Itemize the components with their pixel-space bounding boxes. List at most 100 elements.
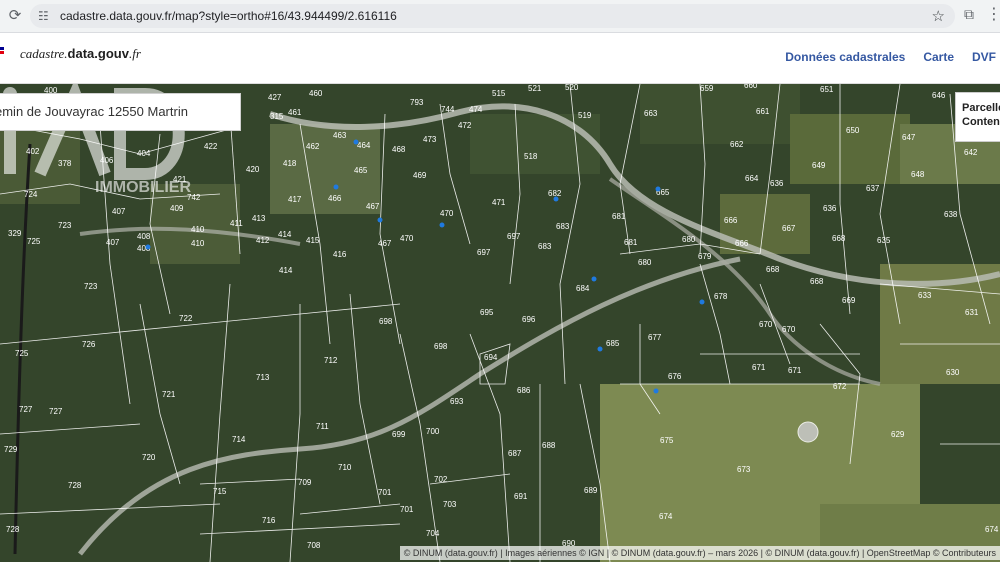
parcel-label[interactable]: 646 (932, 91, 946, 100)
parcel-label[interactable]: 465 (354, 166, 368, 175)
marker-dot[interactable] (353, 139, 359, 145)
parcel-label[interactable]: 793 (410, 98, 424, 107)
parcel-label[interactable]: 697 (477, 248, 491, 257)
marker-dot[interactable] (655, 186, 661, 192)
parcel-label[interactable]: 723 (84, 282, 98, 291)
parcel-label[interactable]: 462 (306, 142, 320, 151)
parcel-label[interactable]: 467 (366, 202, 380, 211)
parcel-label[interactable]: 699 (392, 430, 406, 439)
parcel-label[interactable]: 631 (965, 308, 979, 317)
parcel-label[interactable]: 471 (492, 198, 506, 207)
parcel-label[interactable]: 636 (770, 179, 784, 188)
parcel-label[interactable]: 714 (232, 435, 246, 444)
parcel-label[interactable]: 635 (877, 236, 891, 245)
marker-dot[interactable] (597, 346, 603, 352)
parcel-label[interactable]: 682 (548, 189, 562, 198)
nav-donnees-cadastrales[interactable]: Données cadastrales (785, 50, 905, 64)
parcel-label[interactable]: 668 (832, 234, 846, 243)
parcel-label[interactable]: 415 (306, 236, 320, 245)
parcel-label[interactable]: 727 (49, 407, 63, 416)
parcel-label[interactable]: 742 (187, 193, 201, 202)
parcel-label[interactable]: 712 (324, 356, 338, 365)
parcel-label[interactable]: 463 (333, 131, 347, 140)
parcel-label[interactable]: 686 (517, 386, 531, 395)
parcel-label[interactable]: 638 (944, 210, 958, 219)
parcel-label[interactable]: 666 (724, 216, 738, 225)
parcel-label[interactable]: 663 (644, 109, 658, 118)
parcel-label[interactable]: 667 (782, 224, 796, 233)
marker-dot[interactable] (377, 217, 383, 223)
marker-dot[interactable] (653, 388, 659, 394)
parcel-label[interactable]: 413 (252, 214, 266, 223)
address-url[interactable]: cadastre.data.gouv.fr/map?style=ortho#16… (60, 4, 397, 28)
cadastre-map[interactable]: 400 427 460 793 744 474 515 521 520 659 … (0, 84, 1000, 562)
parcel-label[interactable]: 701 (400, 505, 414, 514)
parcel-label[interactable]: 696 (522, 315, 536, 324)
parcel-label[interactable]: 695 (480, 308, 494, 317)
parcel-label[interactable]: 427 (268, 93, 282, 102)
parcel-label[interactable]: 420 (246, 165, 260, 174)
parcel-label[interactable]: 521 (528, 84, 542, 93)
parcel-label[interactable]: 670 (759, 320, 773, 329)
parcel-label[interactable]: 691 (514, 492, 528, 501)
parcel-label[interactable]: 474 (469, 105, 483, 114)
marker-dot[interactable] (439, 222, 445, 228)
site-settings-icon[interactable]: ☷ (38, 7, 54, 25)
parcel-label[interactable]: 414 (279, 266, 293, 275)
parcel-label[interactable]: 700 (426, 427, 440, 436)
parcel-label[interactable]: 518 (524, 152, 538, 161)
parcel-label[interactable]: 683 (538, 242, 552, 251)
parcel-label[interactable]: 473 (423, 135, 437, 144)
parcel-label[interactable]: 723 (58, 221, 72, 230)
parcel-label[interactable]: 408 (137, 232, 151, 241)
marker-dot[interactable] (333, 184, 339, 190)
parcel-label[interactable]: 725 (27, 237, 41, 246)
address-bar[interactable]: ☷ cadastre.data.gouv.fr/map?style=ortho#… (30, 4, 955, 28)
parcel-label[interactable]: 703 (443, 500, 457, 509)
parcel-label[interactable]: 633 (918, 291, 932, 300)
parcel-label[interactable]: 668 (766, 265, 780, 274)
marker-dot[interactable] (553, 196, 559, 202)
parcel-label[interactable]: 666 (735, 239, 749, 248)
parcel-label[interactable]: 744 (441, 105, 455, 114)
parcel-label[interactable]: 675 (660, 436, 674, 445)
parcel-label[interactable]: 693 (450, 397, 464, 406)
parcel-label[interactable]: 721 (162, 390, 176, 399)
parcel-label[interactable]: 701 (378, 488, 392, 497)
parcel-label[interactable]: 728 (68, 481, 82, 490)
parcel-label[interactable]: 685 (606, 339, 620, 348)
parcel-label[interactable]: 651 (820, 85, 834, 94)
parcel-label[interactable]: 683 (556, 222, 570, 231)
parcel-label[interactable]: 728 (6, 525, 20, 534)
address-search-input[interactable]: emin de Jouvayrac 12550 Martrin (0, 93, 241, 131)
parcel-info-panel[interactable]: Parcelle Contena (955, 92, 1000, 142)
parcel-label[interactable]: 722 (179, 314, 193, 323)
parcel-label[interactable]: 414 (278, 230, 292, 239)
parcel-label[interactable]: 708 (307, 541, 321, 550)
parcel-label[interactable]: 662 (730, 140, 744, 149)
parcel-label[interactable]: 519 (578, 111, 592, 120)
parcel-label[interactable]: 713 (256, 373, 270, 382)
map-attribution[interactable]: © DINUM (data.gouv.fr) | Images aérienne… (399, 546, 1000, 560)
parcel-label[interactable]: 472 (458, 121, 472, 130)
parcel-label[interactable]: 661 (756, 107, 770, 116)
nav-carte[interactable]: Carte (923, 50, 954, 64)
parcel-label[interactable]: 648 (911, 170, 925, 179)
parcel-label[interactable]: 668 (810, 277, 824, 286)
parcel-label[interactable]: 407 (112, 207, 126, 216)
parcel-label[interactable]: 697 (507, 232, 521, 241)
parcel-label[interactable]: 669 (842, 296, 856, 305)
parcel-label[interactable]: 469 (413, 171, 427, 180)
parcel-label[interactable]: 664 (745, 174, 759, 183)
parcel-label[interactable]: 702 (434, 475, 448, 484)
parcel-label[interactable]: 647 (902, 133, 916, 142)
parcel-label[interactable]: 460 (309, 89, 323, 98)
parcel-label[interactable]: 689 (584, 486, 598, 495)
bookmark-star-icon[interactable]: ☆ (932, 6, 945, 26)
parcel-label[interactable]: 520 (565, 84, 579, 92)
parcel-label[interactable]: 720 (142, 453, 156, 462)
parcel-label[interactable]: 727 (19, 405, 33, 414)
parcel-label[interactable]: 726 (82, 340, 96, 349)
parcel-label[interactable]: 711 (316, 422, 329, 431)
parcel-label[interactable]: 710 (338, 463, 352, 472)
